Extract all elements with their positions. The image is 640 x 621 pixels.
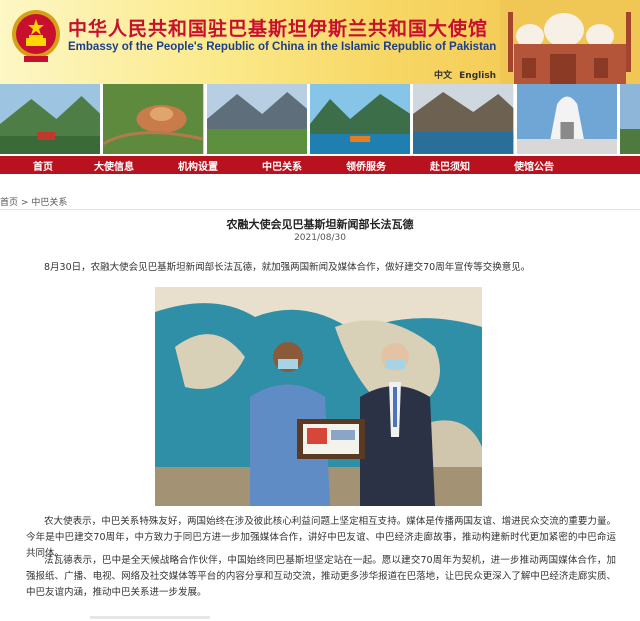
article-photo bbox=[155, 287, 482, 506]
national-emblem-icon bbox=[12, 10, 60, 62]
divider bbox=[0, 209, 640, 210]
scenery-photo bbox=[413, 84, 514, 154]
article-paragraph: 8月30日，农融大使会见巴基斯坦新闻部长法瓦德，就加强两国新闻及媒体合作，做好建… bbox=[44, 262, 531, 273]
main-navigation: 首页 大使信息 机构设置 中巴关系 领侨服务 赴巴须知 使馆公告 bbox=[0, 156, 640, 174]
article-date: 2021/08/30 bbox=[294, 233, 346, 243]
nav-china-pakistan-relations[interactable]: 中巴关系 bbox=[240, 158, 324, 173]
site-title-chinese: 中华人民共和国驻巴基斯坦伊斯兰共和国大使馆 bbox=[68, 18, 489, 40]
article-title: 农融大使会见巴基斯坦新闻部长法瓦德 bbox=[226, 218, 414, 231]
scenery-photo bbox=[103, 84, 204, 154]
language-switcher: 中文 English bbox=[434, 68, 500, 81]
scenery-photo bbox=[0, 84, 101, 154]
site-title-english: Embassy of the People's Republic of Chin… bbox=[68, 41, 497, 53]
breadcrumb-separator: > bbox=[20, 198, 29, 208]
nav-home[interactable]: 首页 bbox=[14, 158, 72, 173]
site-header: 中华人民共和国驻巴基斯坦伊斯兰共和国大使馆 Embassy of the Peo… bbox=[0, 0, 640, 84]
lang-chinese-link[interactable]: 中文 bbox=[434, 71, 452, 81]
nav-organization[interactable]: 机构设置 bbox=[156, 158, 240, 173]
mosque-illustration bbox=[500, 0, 640, 84]
divider bbox=[90, 616, 210, 619]
scenery-photo bbox=[619, 84, 640, 154]
nav-ambassador[interactable]: 大使信息 bbox=[72, 158, 156, 173]
nav-announcements[interactable]: 使馆公告 bbox=[492, 158, 576, 173]
scenery-photo-strip bbox=[0, 84, 640, 154]
nav-travel-notice[interactable]: 赴巴须知 bbox=[408, 158, 492, 173]
breadcrumb: 首页 > 中巴关系 bbox=[0, 195, 640, 208]
breadcrumb-home-link[interactable]: 首页 bbox=[0, 198, 18, 208]
breadcrumb-current-link[interactable]: 中巴关系 bbox=[31, 198, 67, 208]
article-paragraph: 法瓦德表示，巴中是全天候战略合作伙伴，中国始终同巴基斯坦坚定站在一起。愿以建交7… bbox=[26, 555, 616, 598]
scenery-photo bbox=[516, 84, 617, 154]
scenery-photo bbox=[206, 84, 307, 154]
lang-english-link[interactable]: English bbox=[459, 71, 496, 81]
nav-consular-services[interactable]: 领侨服务 bbox=[324, 158, 408, 173]
scenery-photo bbox=[309, 84, 411, 154]
